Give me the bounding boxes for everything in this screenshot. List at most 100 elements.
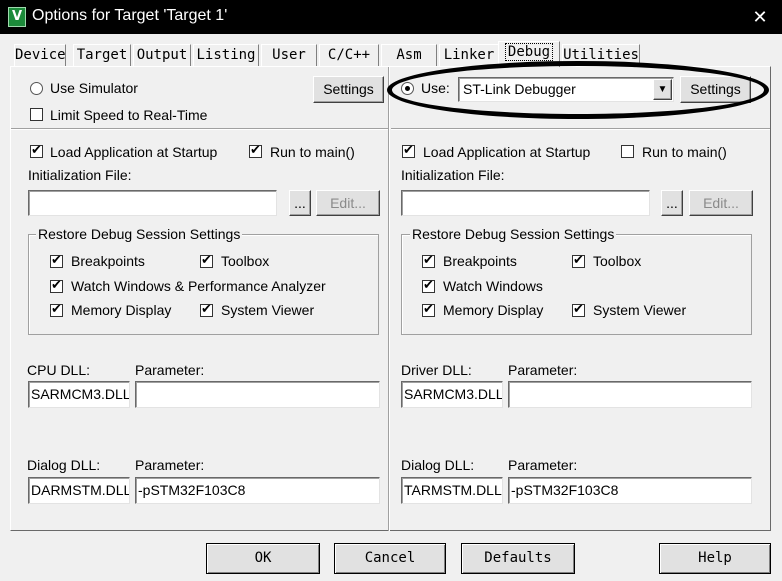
check-icon: ✔ — [51, 253, 62, 268]
use-simulator-label: Use Simulator — [50, 80, 138, 96]
defaults-button[interactable]: Defaults — [461, 543, 575, 574]
right-run-to-main-label: Run to main() — [642, 144, 727, 160]
right-init-file-input[interactable] — [401, 190, 650, 216]
right-restore-group-title: Restore Debug Session Settings — [410, 226, 617, 242]
right-toolbox-checkbox[interactable]: ✔ — [572, 253, 585, 268]
cancel-button[interactable]: Cancel — [334, 543, 446, 574]
right-system-viewer-label: System Viewer — [593, 302, 687, 318]
check-icon: ✔ — [201, 253, 212, 268]
right-dialog-param-input[interactable]: -pSTM32F103C8 — [508, 477, 752, 504]
tab-label: Listing — [196, 47, 256, 63]
left-toolbox-label: Toolbox — [221, 253, 270, 269]
check-icon: ✔ — [250, 143, 261, 158]
right-run-to-main-checkbox[interactable] — [621, 145, 634, 158]
right-dialog-dll-label: Dialog DLL: — [401, 457, 475, 473]
right-memory-display-label: Memory Display — [443, 302, 544, 318]
check-icon: ✔ — [423, 302, 434, 317]
right-system-viewer-checkbox[interactable]: ✔ — [572, 302, 585, 317]
right-dialog-dll-input[interactable]: TARMSTM.DLL — [401, 477, 503, 504]
vertical-separator — [388, 67, 390, 531]
left-load-app-label: Load Application at Startup — [50, 144, 218, 160]
left-breakpoints-checkbox[interactable]: ✔ — [50, 253, 63, 268]
left-edit-button[interactable]: Edit... — [316, 190, 380, 216]
left-init-file-input[interactable] — [28, 190, 277, 216]
right-watch-windows-label: Watch Windows — [443, 278, 543, 294]
app-icon: V — [8, 7, 26, 27]
right-toolbox-label: Toolbox — [593, 253, 642, 269]
use-simulator-radio[interactable] — [30, 82, 43, 95]
left-memory-display-checkbox[interactable]: ✔ — [50, 302, 63, 317]
right-breakpoints-label: Breakpoints — [443, 253, 517, 269]
right-watch-windows-checkbox[interactable]: ✔ — [422, 278, 435, 293]
right-separator — [391, 128, 770, 130]
left-memory-display-label: Memory Display — [71, 302, 172, 318]
left-load-app-checkbox[interactable]: ✔ — [30, 143, 43, 158]
ok-button[interactable]: OK — [206, 543, 320, 574]
tab-label: Asm — [396, 47, 422, 63]
tab-user[interactable]: User — [261, 44, 317, 66]
check-icon: ✔ — [51, 302, 62, 317]
check-icon: ✔ — [573, 302, 584, 317]
left-browse-button[interactable]: ... — [289, 190, 311, 216]
left-init-file-label: Initialization File: — [28, 167, 132, 183]
left-run-to-main-label: Run to main() — [270, 144, 355, 160]
help-button[interactable]: Help — [659, 543, 771, 574]
left-dialog-dll-input[interactable]: DARMSTM.DLL — [28, 477, 130, 504]
cpu-param-label: Parameter: — [135, 362, 205, 378]
highlight-ellipse — [387, 61, 769, 119]
check-icon: ✔ — [51, 278, 62, 293]
left-breakpoints-label: Breakpoints — [71, 253, 145, 269]
right-init-file-label: Initialization File: — [401, 167, 505, 183]
limit-speed-label: Limit Speed to Real-Time — [50, 107, 208, 123]
tab-label: Debug — [504, 43, 554, 61]
left-separator — [11, 128, 388, 130]
tab-label: User — [272, 47, 306, 63]
tab-label: Device — [15, 47, 66, 63]
close-icon: ✕ — [752, 7, 768, 27]
right-breakpoints-checkbox[interactable]: ✔ — [422, 253, 435, 268]
right-edit-button[interactable]: Edit... — [689, 190, 753, 216]
driver-dll-input[interactable]: SARMCM3.DLL — [401, 381, 503, 408]
check-icon: ✔ — [573, 253, 584, 268]
cpu-dll-input[interactable]: SARMCM3.DLL — [28, 381, 130, 408]
cpu-dll-label: CPU DLL: — [27, 362, 91, 378]
driver-dll-label: Driver DLL: — [401, 362, 472, 378]
tab-label: Output — [136, 47, 188, 63]
driver-param-label: Parameter: — [508, 362, 578, 378]
right-load-app-checkbox[interactable]: ✔ — [402, 143, 415, 158]
limit-speed-checkbox[interactable] — [30, 108, 43, 121]
right-dialog-param-label: Parameter: — [508, 457, 578, 473]
right-memory-display-checkbox[interactable]: ✔ — [422, 302, 435, 317]
left-watch-windows-checkbox[interactable]: ✔ — [50, 278, 63, 293]
simulator-settings-button[interactable]: Settings — [313, 76, 384, 103]
right-browse-button[interactable]: ... — [661, 190, 683, 216]
check-icon: ✔ — [31, 143, 42, 158]
tab-label: Target — [76, 47, 128, 63]
tab-output[interactable]: Output — [133, 44, 191, 66]
tab-target[interactable]: Target — [73, 44, 131, 66]
left-system-viewer-checkbox[interactable]: ✔ — [200, 302, 213, 317]
left-dialog-param-label: Parameter: — [135, 457, 205, 473]
tab-asm[interactable]: Asm — [381, 44, 437, 66]
tab-label: C/C++ — [327, 47, 371, 63]
driver-param-input[interactable] — [508, 381, 752, 408]
left-run-to-main-checkbox[interactable]: ✔ — [249, 143, 262, 158]
left-watch-windows-label: Watch Windows & Performance Analyzer — [71, 278, 326, 294]
left-dialog-param-input[interactable]: -pSTM32F103C8 — [135, 477, 380, 504]
tab-linker[interactable]: Linker — [439, 44, 499, 66]
left-system-viewer-label: System Viewer — [221, 302, 315, 318]
tab-device[interactable]: Device — [14, 44, 66, 66]
cpu-param-input[interactable] — [135, 381, 380, 408]
check-icon: ✔ — [403, 143, 414, 158]
left-toolbox-checkbox[interactable]: ✔ — [200, 253, 213, 268]
window-title: Options for Target 'Target 1' — [32, 7, 228, 24]
left-dialog-dll-label: Dialog DLL: — [27, 457, 101, 473]
check-icon: ✔ — [423, 253, 434, 268]
left-restore-group-title: Restore Debug Session Settings — [36, 226, 243, 242]
tab-listing[interactable]: Listing — [193, 44, 259, 66]
close-button[interactable]: ✕ — [744, 4, 776, 30]
tab-label: Linker — [443, 47, 495, 63]
check-icon: ✔ — [423, 278, 434, 293]
tab-c-cpp[interactable]: C/C++ — [319, 44, 379, 66]
right-load-app-label: Load Application at Startup — [423, 144, 591, 160]
